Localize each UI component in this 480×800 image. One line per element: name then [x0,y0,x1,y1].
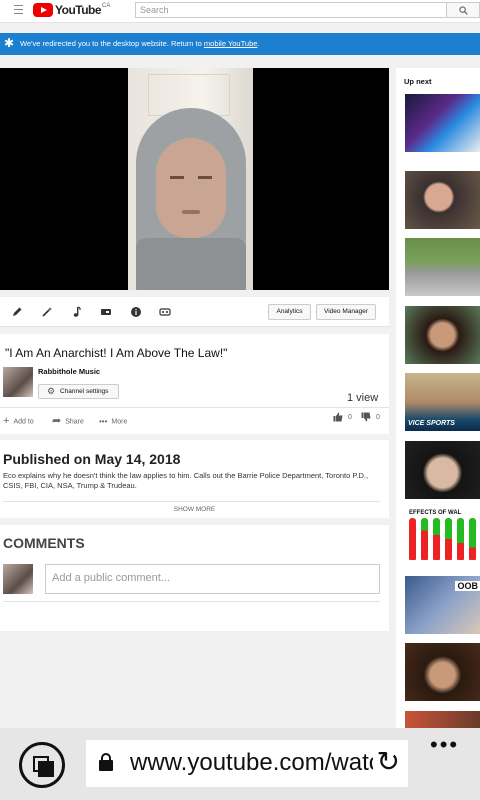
search-button[interactable] [447,2,480,18]
dislike-button[interactable]: 0 [361,412,380,422]
thumbs-down-icon [361,412,371,422]
thumbnail-text: EFFECTS OF WAL [409,510,462,516]
up-next-thumbnail[interactable] [405,441,480,499]
like-button[interactable]: 0 [333,412,352,422]
channel-settings-button[interactable]: ⚙ Channel settings [38,384,119,399]
divider [0,407,389,408]
share-label: Share [65,418,84,426]
dislike-count: 0 [375,413,380,421]
divider [3,601,380,602]
url-text: www.youtube.com/watch [130,749,378,776]
thumbs-up-icon [333,412,343,422]
like-count: 0 [347,413,352,421]
thumbnail-text: VICE SPORTS [408,420,455,427]
masthead: YouTube CA Search [0,0,480,23]
figure-icon [433,518,440,560]
analytics-button[interactable]: Analytics [268,304,311,320]
video-manager-button[interactable]: Video Manager [316,304,376,320]
show-more-button[interactable]: SHOW MORE [0,506,389,513]
search-icon [459,6,468,15]
up-next-thumbnail[interactable] [405,238,480,296]
mobile-youtube-link[interactable]: mobile YouTube [204,39,258,48]
menu-icon[interactable] [14,5,23,14]
video-info-card: "I Am An Anarchist! I Am Above The Law!"… [0,334,389,434]
search-input[interactable]: Search [135,2,447,18]
banner-text: We've redirected you to the desktop webs… [20,39,204,48]
published-date: Published on May 14, 2018 [3,451,181,467]
end-screen-icon[interactable] [100,306,112,318]
up-next-thumbnail[interactable]: OOB [405,576,480,634]
browser-bottom-bar: www.youtube.com/watch ↻ ••• [0,728,480,800]
comment-input[interactable]: Add a public comment... [45,564,380,594]
more-button[interactable]: ••• More [99,416,127,427]
lock-icon [99,753,113,771]
figure-icon [409,518,416,560]
add-to-label: Add to [13,418,34,426]
share-button[interactable]: ➦ Share [52,416,84,427]
comments-heading: COMMENTS [3,535,85,551]
up-next-thumbnail[interactable] [405,643,480,701]
banner-trailing: . [257,39,260,48]
channel-avatar[interactable] [3,367,33,397]
plus-icon: + [3,415,10,427]
video-frame [128,68,253,290]
video-title: "I Am An Anarchist! I Am Above The Law!" [5,346,228,360]
enhance-icon[interactable] [41,306,53,318]
audio-icon[interactable] [71,306,83,318]
subtitles-icon[interactable] [159,306,171,318]
figure-icon [457,518,464,560]
address-bar[interactable]: www.youtube.com/watch ↻ [86,740,408,787]
tabs-button[interactable] [19,742,65,788]
more-icon: ••• [99,417,108,426]
youtube-logo[interactable]: YouTube CA [33,3,110,18]
divider [3,501,380,502]
star-icon: ✱ [4,36,15,50]
up-next-thumbnail[interactable] [405,171,480,229]
up-next-thumbnail[interactable] [405,94,480,152]
logo-text: YouTube [55,3,102,17]
figure-icon [421,518,428,560]
up-next-thumbnail[interactable]: VICE SPORTS [405,373,480,431]
up-next-sidebar: Up next VICE SPORTS EFFECTS OF WAL OOB [396,68,480,728]
description-card: Published on May 14, 2018 Eco explains w… [0,440,389,518]
add-to-button[interactable]: + Add to [3,416,34,427]
youtube-play-icon [33,3,53,17]
gear-icon: ⚙ [47,386,56,396]
browser-more-button[interactable]: ••• [430,732,459,758]
video-player[interactable] [0,68,389,290]
user-avatar [3,564,33,594]
up-next-thumbnail[interactable]: EFFECTS OF WAL [405,508,480,566]
description-text: Eco explains why he doesn't think the la… [3,471,369,490]
figure-icon [469,518,476,560]
share-icon: ➦ [52,415,62,427]
thumbnail-text: OOB [455,581,480,591]
up-next-heading: Up next [404,77,432,86]
up-next-thumbnail[interactable] [405,711,480,728]
more-label: More [111,418,128,426]
channel-settings-label: Channel settings [60,388,109,395]
up-next-thumbnail[interactable] [405,306,480,364]
view-count: 1 view [347,392,379,404]
redirect-banner: ✱ We've redirected you to the desktop we… [0,33,480,55]
figure-icon [445,518,452,560]
face [156,138,226,238]
edit-icon[interactable] [11,306,23,318]
channel-name[interactable]: Rabbithole Music [38,367,100,376]
logo-country: CA [102,3,111,9]
refresh-icon[interactable]: ↻ [372,747,400,777]
comments-card: COMMENTS Add a public comment... [0,525,389,631]
creator-toolbar: Analytics Video Manager [0,297,389,327]
info-icon[interactable] [130,306,142,318]
